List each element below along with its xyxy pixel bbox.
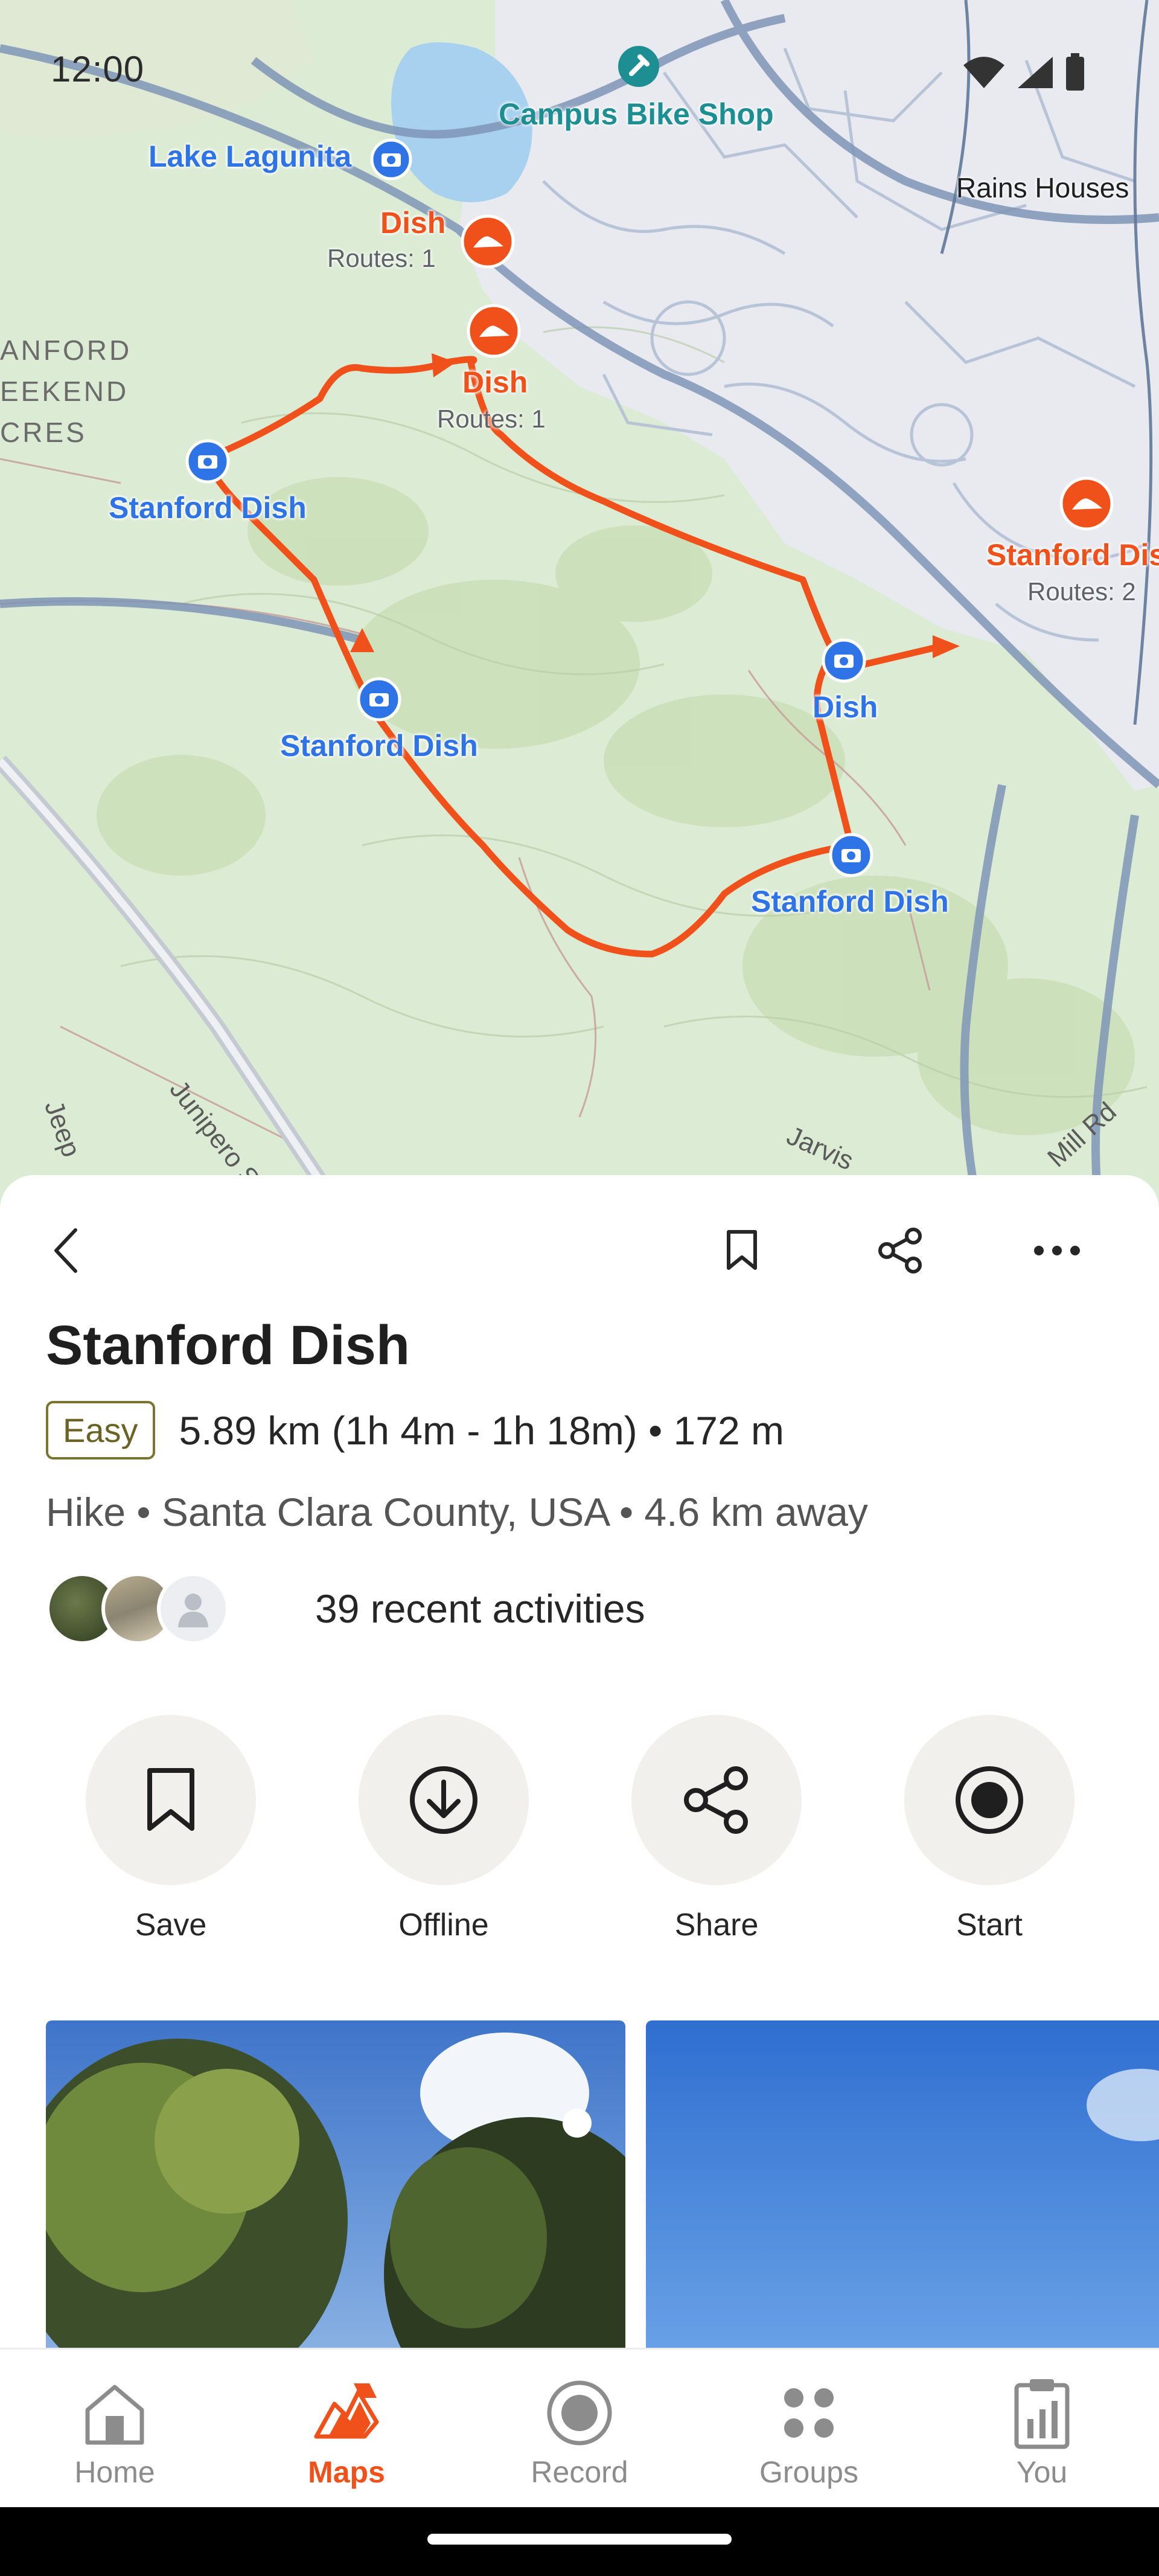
photo-carousel[interactable]	[46, 2020, 1159, 2383]
route-photo-image	[46, 2020, 625, 2383]
recent-activities-row[interactable]: 39 recent activities	[46, 1572, 645, 1645]
groups-icon	[784, 2388, 834, 2438]
map-label-campus-bike-shop: Campus Bike Shop	[499, 97, 774, 131]
status-time: 12:00	[51, 49, 145, 89]
nav-record-label: Record	[531, 2455, 628, 2489]
home-icon	[85, 2385, 144, 2445]
shoe-pin-icon[interactable]	[1058, 475, 1116, 533]
record-icon	[956, 1766, 1023, 1834]
back-button[interactable]	[34, 1217, 100, 1284]
map-view[interactable]: 12:00 Campus Bike Shop Lake Lagunita Rai…	[0, 0, 1159, 1208]
start-label: Start	[956, 1908, 1023, 1943]
map-label-dish-1-routes: Routes: 1	[327, 244, 436, 272]
sheet-toolbar	[0, 1175, 1159, 1308]
chevron-left-icon	[54, 1228, 77, 1273]
offline-action[interactable]: Offline	[359, 1715, 529, 1943]
save-action[interactable]: Save	[86, 1715, 256, 1943]
map-label-area: ANFORD EEKEND CRES	[0, 330, 132, 453]
share-action-button[interactable]	[631, 1715, 802, 1885]
bookmark-icon	[147, 1768, 194, 1831]
share-label: Share	[674, 1908, 759, 1943]
camera-pin-icon[interactable]	[821, 638, 867, 684]
record-icon	[547, 2380, 612, 2446]
route-stats-row: Easy 5.89 km (1h 4m - 1h 18m) • 172 m	[46, 1401, 784, 1459]
map-label-dish-photo: Dish	[813, 690, 878, 724]
maps-icon	[314, 2383, 379, 2439]
wifi-icon	[963, 57, 1004, 88]
map-label-stanford-dish-photo-3: Stanford Dish	[751, 885, 949, 918]
status-icons	[962, 53, 1085, 92]
home-gesture-handle[interactable]	[427, 2534, 732, 2545]
map-label-stanford-dish-photo-1: Stanford Dish	[109, 491, 307, 525]
bookmark-button[interactable]	[709, 1217, 775, 1284]
camera-pin-icon[interactable]	[356, 676, 402, 722]
nav-maps-label: Maps	[308, 2455, 385, 2489]
app-root: 12:00 Campus Bike Shop Lake Lagunita Rai…	[0, 0, 1159, 2576]
map-label-area-line-2: EEKEND	[0, 376, 129, 407]
share-icon	[684, 1766, 748, 1834]
battery-icon	[1066, 53, 1084, 91]
map-label-dish-2: Dish	[462, 365, 528, 399]
avatar-stack	[46, 1572, 233, 1645]
camera-pin-icon[interactable]	[369, 138, 413, 181]
more-options-button[interactable]	[1024, 1217, 1090, 1284]
nav-groups[interactable]: Groups	[718, 2374, 899, 2490]
map-label-area-line-3: CRES	[0, 417, 87, 448]
map-label-stanford-dish-photo-2: Stanford Dish	[280, 729, 478, 763]
offline-label: Offline	[398, 1908, 489, 1943]
route-photo[interactable]	[646, 2020, 1159, 2383]
difficulty-badge: Easy	[46, 1401, 155, 1459]
nav-maps[interactable]: Maps	[256, 2374, 437, 2490]
bottom-navigation: Home Maps Record Groups You	[0, 2348, 1159, 2507]
save-label: Save	[135, 1908, 207, 1943]
person-icon	[178, 1594, 208, 1627]
recent-activities-text: 39 recent activities	[315, 1586, 645, 1631]
nav-you[interactable]: You	[951, 2374, 1132, 2490]
system-gesture-bar	[0, 2507, 1159, 2576]
map-label-dish-2-routes: Routes: 1	[437, 405, 546, 433]
camera-pin-icon[interactable]	[828, 832, 874, 878]
nav-groups-label: Groups	[759, 2455, 858, 2489]
avatar	[157, 1572, 229, 1645]
start-button[interactable]	[904, 1715, 1074, 1885]
shoe-pin-icon[interactable]	[459, 213, 517, 271]
map-label-stanford-dish-right-routes: Routes: 2	[1027, 577, 1136, 606]
map-label-lake-lagunita: Lake Lagunita	[148, 139, 352, 173]
map-label-rains-houses: Rains Houses	[956, 172, 1129, 203]
offline-button[interactable]	[359, 1715, 529, 1885]
route-meta: Hike • Santa Clara County, USA • 4.6 km …	[46, 1490, 868, 1534]
more-horizontal-icon	[1034, 1246, 1080, 1255]
share-button[interactable]	[867, 1217, 933, 1284]
nav-you-label: You	[1016, 2455, 1068, 2489]
map-label-dish-1: Dish	[380, 206, 446, 240]
shoe-pin-icon[interactable]	[465, 302, 523, 360]
start-action[interactable]: Start	[904, 1715, 1074, 1943]
bookmark-icon	[727, 1230, 757, 1270]
you-icon	[1014, 2379, 1070, 2449]
map-label-area-line-1: ANFORD	[0, 335, 132, 366]
save-button[interactable]	[86, 1715, 256, 1885]
route-stats: 5.89 km (1h 4m - 1h 18m) • 172 m	[179, 1408, 785, 1453]
route-photo-image	[646, 2020, 1159, 2383]
bike-shop-pin-icon[interactable]	[616, 43, 662, 89]
share-action[interactable]: Share	[631, 1715, 802, 1943]
route-photo[interactable]	[46, 2020, 625, 2383]
nav-record[interactable]: Record	[489, 2374, 670, 2490]
map-label-stanford-dish-right: Stanford Dis	[986, 538, 1159, 572]
route-title: Stanford Dish	[46, 1315, 410, 1376]
signal-icon	[1018, 57, 1053, 88]
camera-pin-icon[interactable]	[185, 438, 231, 484]
nav-home-label: Home	[74, 2455, 155, 2489]
nav-home[interactable]: Home	[24, 2374, 205, 2490]
action-buttons: Save Offline Share Start	[0, 1715, 1159, 1969]
share-icon	[878, 1228, 922, 1274]
download-icon	[410, 1766, 477, 1834]
